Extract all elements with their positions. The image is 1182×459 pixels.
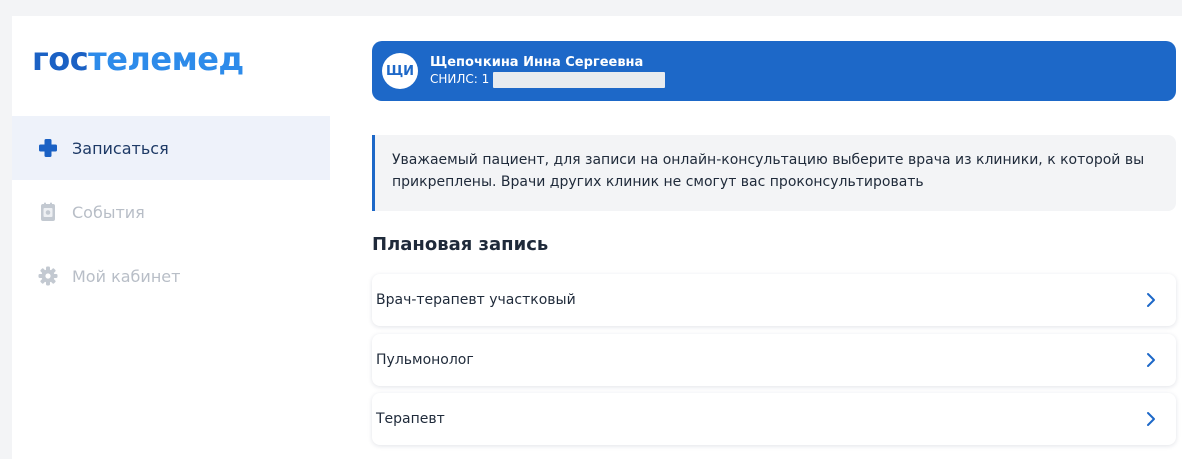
sidebar: гостелемед Записаться События Мой кабине… xyxy=(12,16,330,459)
specialist-label: Пульмонолог xyxy=(376,352,474,368)
gear-icon xyxy=(38,266,58,286)
patient-card: ЩИ Щепочкина Инна Сергеевна СНИЛС: 1 xyxy=(372,41,1176,101)
calendar-icon xyxy=(38,202,58,222)
medical-cross-icon xyxy=(38,138,58,158)
specialist-item-district-therapist[interactable]: Врач-терапевт участковый xyxy=(372,274,1176,326)
specialist-label: Врач-терапевт участковый xyxy=(376,292,576,308)
sidebar-item-label: Мой кабинет xyxy=(72,266,181,286)
specialist-item-pulmonologist[interactable]: Пульмонолог xyxy=(372,334,1176,386)
info-notice: Уважаемый пациент, для записи на онлайн-… xyxy=(372,135,1176,211)
chevron-right-icon xyxy=(1147,353,1155,367)
sidebar-item-events[interactable]: События xyxy=(12,180,330,244)
snils-label: СНИЛС: 1 xyxy=(430,72,490,86)
sidebar-item-label: Записаться xyxy=(72,138,169,158)
sidebar-item-book[interactable]: Записаться xyxy=(12,116,330,180)
section-title: Плановая запись xyxy=(372,234,549,255)
sidebar-item-cabinet[interactable]: Мой кабинет xyxy=(12,244,330,308)
chevron-right-icon xyxy=(1147,412,1155,426)
avatar: ЩИ xyxy=(382,53,418,89)
patient-name: Щепочкина Инна Сергеевна xyxy=(430,55,644,70)
main-content: ЩИ Щепочкина Инна Сергеевна СНИЛС: 1 Ува… xyxy=(330,16,1182,459)
sidebar-item-label: События xyxy=(72,202,145,222)
chevron-right-icon xyxy=(1147,293,1155,307)
logo-part-1: гос xyxy=(32,40,89,78)
gostelemed-logo[interactable]: гостелемед xyxy=(32,40,244,78)
patient-info: Щепочкина Инна Сергеевна СНИЛС: 1 xyxy=(430,54,666,88)
specialist-item-therapist[interactable]: Терапевт xyxy=(372,393,1176,445)
snils-row: СНИЛС: 1 xyxy=(430,71,666,88)
specialist-label: Терапевт xyxy=(376,411,445,427)
notice-text: Уважаемый пациент, для записи на онлайн-… xyxy=(392,152,1145,190)
logo-part-2: телемед xyxy=(88,40,244,78)
snils-redaction xyxy=(493,71,666,88)
